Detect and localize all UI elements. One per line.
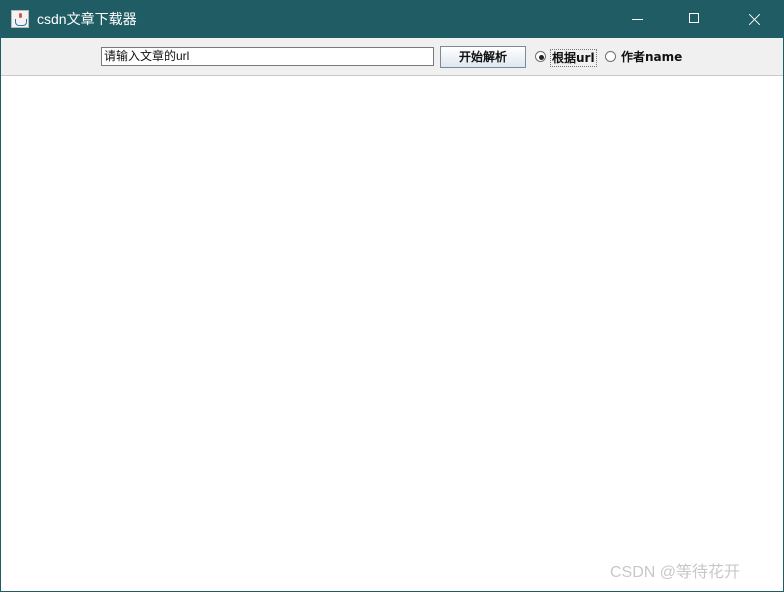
java-steam-shape xyxy=(19,13,22,18)
watermark-text: CSDN @等待花开 xyxy=(610,564,741,581)
maximize-button[interactable] xyxy=(671,1,717,38)
content-area[interactable] xyxy=(1,76,783,591)
close-button[interactable] xyxy=(731,1,777,38)
radio-by-author-label[interactable]: 作者name xyxy=(621,49,682,65)
radio-by-url-label[interactable]: 根据url xyxy=(550,49,597,67)
url-input[interactable]: 请输入文章的url xyxy=(101,47,434,66)
java-app-icon[interactable] xyxy=(11,10,29,28)
minimize-icon xyxy=(632,19,643,20)
maximize-icon xyxy=(689,13,699,23)
java-cup-shape xyxy=(15,19,27,26)
radio-selected-icon[interactable] xyxy=(535,51,546,62)
radio-unselected-icon[interactable] xyxy=(605,51,616,62)
app-window: csdn文章下载器 请输入文章的url 开始解析 根据url 作者name xyxy=(0,0,784,592)
parse-button[interactable]: 开始解析 xyxy=(440,46,526,68)
minimize-button[interactable] xyxy=(615,1,661,38)
toolbar: 请输入文章的url 开始解析 根据url 作者name xyxy=(1,38,783,76)
window-title: csdn文章下载器 xyxy=(37,11,137,27)
title-bar[interactable]: csdn文章下载器 xyxy=(1,1,783,38)
